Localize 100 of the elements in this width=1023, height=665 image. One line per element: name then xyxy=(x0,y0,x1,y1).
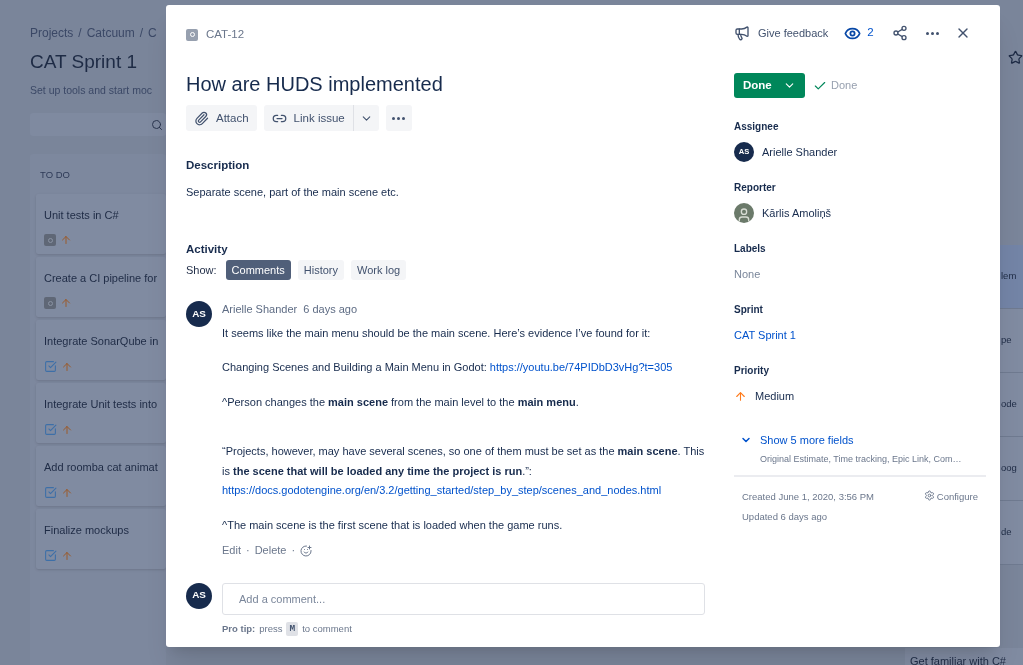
pro-tip-text: to comment xyxy=(302,621,352,636)
priority-icon xyxy=(61,423,73,436)
field-label: Assignee xyxy=(734,120,780,134)
more-fields-list: Original Estimate, Time tracking, Epic Link, Com… xyxy=(740,452,986,466)
priority-icon xyxy=(60,234,72,246)
comment-input[interactable]: Add a comment... xyxy=(222,582,705,615)
comment-paragraph: ^Person changes the main scene from the main level to the main menu. xyxy=(222,394,580,410)
breadcrumb-separator: / xyxy=(139,25,144,42)
issue-type-icon xyxy=(186,28,198,41)
issue-card[interactable]: ode xyxy=(1000,373,1023,437)
issue-type-icon xyxy=(44,234,56,246)
issue-card[interactable]: pe xyxy=(1000,309,1023,373)
checkbox-icon xyxy=(44,423,57,436)
board-title: CAT Sprint 1 xyxy=(30,50,138,74)
section-heading: Description xyxy=(186,158,251,174)
issue-card[interactable]: Integrate Unit tests into xyxy=(36,382,166,443)
comment-paragraph: It seems like the main menu should be the main scene. Here’s evidence I’ve found for it: xyxy=(222,325,652,341)
field-value[interactable]: Medium xyxy=(755,387,795,405)
megaphone-icon xyxy=(734,25,750,41)
more-button[interactable] xyxy=(385,105,412,132)
separator-dot: · xyxy=(291,543,296,559)
breadcrumb-link[interactable]: Catcuum xyxy=(86,24,135,42)
field-label: Sprint xyxy=(734,303,764,317)
field-value[interactable]: Arielle Shander xyxy=(762,143,838,161)
card-title: lem xyxy=(1001,269,1017,284)
comment-author[interactable]: Arielle Shander xyxy=(222,301,298,318)
field-label: Priority xyxy=(734,364,770,378)
breadcrumb-link[interactable]: Projects xyxy=(30,24,74,42)
issue-card[interactable]: lem xyxy=(1000,245,1023,309)
field-label: Reporter xyxy=(734,181,777,195)
issue-card[interactable]: Add roomba cat animat xyxy=(36,445,166,506)
checkbox-icon xyxy=(44,360,57,373)
avatar: AS xyxy=(186,301,212,328)
star-icon[interactable] xyxy=(1008,50,1023,65)
issue-card[interactable]: Create a CI pipeline for xyxy=(36,256,166,317)
issue-card[interactable]: Finalize mockups xyxy=(36,508,166,569)
search-icon xyxy=(151,118,163,131)
card-title: oog xyxy=(1001,461,1017,476)
filter-tab[interactable]: History xyxy=(297,260,344,281)
more-icon xyxy=(392,116,406,120)
breadcrumb-link[interactable]: C xyxy=(148,24,157,42)
issue-type-icon xyxy=(44,297,56,309)
priority-icon xyxy=(734,389,747,403)
field-value[interactable]: None xyxy=(734,265,761,283)
card-title: Add roomba cat animat xyxy=(44,459,159,475)
card-title: Finalize mockups xyxy=(44,522,130,538)
field-value[interactable]: Kārlis Amoliņš xyxy=(762,204,832,222)
issue-card[interactable]: de xyxy=(1000,501,1023,565)
card-title: Create a CI pipeline for xyxy=(44,270,159,286)
column-title: TO DO xyxy=(39,168,71,183)
show-label: Show: xyxy=(186,263,217,278)
issue-card[interactable]: Unit tests in C# xyxy=(36,193,166,254)
paperclip-icon xyxy=(194,110,209,126)
comment-link[interactable]: /getting_started/step_by_step/scenes_and_nodes.html xyxy=(394,484,662,497)
issue-card[interactable]: Get familiar with C# xyxy=(905,648,1023,665)
filter-tab[interactable]: Comments xyxy=(225,260,291,281)
search-field[interactable] xyxy=(30,113,166,137)
configure-button[interactable]: Configure xyxy=(923,490,978,525)
add-reaction-icon[interactable] xyxy=(300,544,313,557)
created-date: Created June 1, 2020, 3:56 PM xyxy=(742,490,875,504)
updated-date: Updated 6 days ago xyxy=(742,510,829,525)
field-label: Labels xyxy=(734,242,767,256)
priority-icon xyxy=(61,549,73,562)
comment-time: 6 days ago xyxy=(303,302,358,318)
attach-button[interactable]: Attach xyxy=(186,105,257,132)
field-value[interactable]: CAT Sprint 1 xyxy=(734,326,796,344)
comment-paragraph: “Projects, however, may have several scenes, so one of them must be set as the main scene. This is the scene that will be loaded any time the project is run.”: https://docs.godotengine.org/en/3.2/getting_started/step_by_step/scenes_and_nodes.html xyxy=(222,444,705,499)
feedback-button[interactable]: Give feedback xyxy=(734,24,829,42)
watchers-button[interactable]: 2 xyxy=(844,24,874,42)
pro-tip-label: Pro tip: xyxy=(222,621,256,636)
card-title: Get familiar with C# xyxy=(910,655,1006,665)
card-title: ode xyxy=(1001,397,1017,412)
comment-paragraph: ^The main scene is the first scene that is loaded when the game runs. xyxy=(222,517,564,533)
card-title: pe xyxy=(1001,333,1012,348)
comment-link[interactable]: https://youtu.be/74PIDbD3vHg?t=305 xyxy=(489,361,673,374)
show-more-button[interactable]: Show 5 more fields xyxy=(740,432,986,449)
checkbox-icon xyxy=(44,549,57,562)
avatar: AS xyxy=(186,582,212,609)
breadcrumb-separator: / xyxy=(78,25,82,42)
card-title: Unit tests in C# xyxy=(44,207,120,223)
status-button[interactable]: Done xyxy=(734,73,805,98)
card-title: Integrate Unit tests into xyxy=(44,396,159,412)
priority-icon xyxy=(61,360,73,373)
user-avatar xyxy=(734,203,754,223)
issue-key[interactable]: CAT-12 xyxy=(206,26,245,44)
comment-link[interactable]: https://docs.godotengine.org/en/3.2 xyxy=(222,484,395,497)
comment-action[interactable]: Edit xyxy=(222,542,241,559)
issue-card[interactable]: Integrate SonarQube in xyxy=(36,319,166,380)
filter-tab[interactable]: Work log xyxy=(351,260,407,281)
checkbox-icon xyxy=(44,486,57,499)
issue-title[interactable]: How are HUDS implemented xyxy=(186,69,705,100)
section-heading: Activity xyxy=(186,242,229,257)
settings-icon xyxy=(923,490,935,501)
comment-action[interactable]: Delete xyxy=(254,542,287,559)
priority-icon xyxy=(61,486,73,499)
share-icon[interactable] xyxy=(891,25,908,41)
more-icon[interactable] xyxy=(925,31,939,35)
issue-card[interactable]: oog xyxy=(1000,437,1023,501)
description-text[interactable]: Separate scene, part of the main scene etc. xyxy=(186,183,705,200)
resolution-text: Done xyxy=(831,78,858,94)
